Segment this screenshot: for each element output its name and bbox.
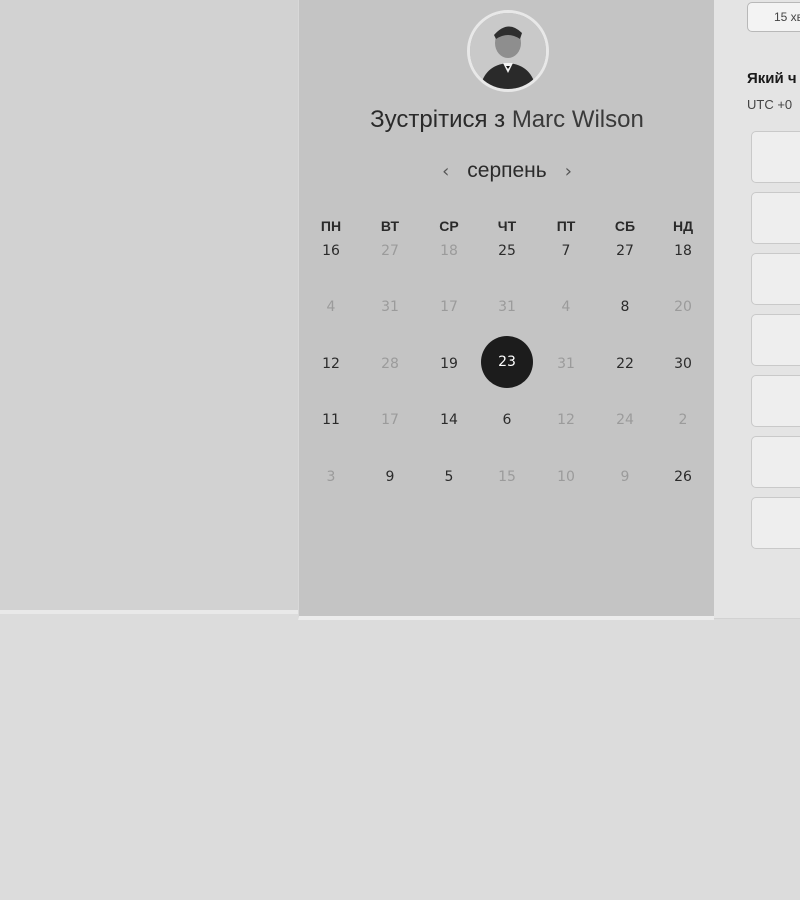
calendar-day-selected[interactable]: 23: [481, 336, 533, 388]
timezone-label[interactable]: UTC +0: [747, 97, 792, 112]
calendar-day: 31: [498, 299, 516, 315]
calendar-day: 31: [557, 356, 575, 372]
calendar-day-grid: 16 27 18 25 7 27 18 4 31 17 31 4 8 20 12 28 19 23 31 22 30 11…: [299, 0, 715, 520]
calendar-day[interactable]: 25: [487, 241, 527, 261]
calendar-day: 12: [557, 412, 575, 428]
time-slot-button[interactable]: [751, 253, 800, 305]
duration-option[interactable]: 15 хв: [747, 2, 800, 32]
calendar-day: 20: [674, 299, 692, 315]
calendar-day: 27: [381, 243, 399, 259]
calendar-day[interactable]: 7: [546, 241, 586, 261]
calendar-day: 28: [381, 356, 399, 372]
calendar-day: 9: [620, 469, 630, 485]
time-slot-button[interactable]: [751, 314, 800, 366]
time-slot-button[interactable]: [751, 131, 800, 183]
calendar-day[interactable]: 19: [429, 354, 469, 374]
calendar-panel: Зустрітися з Marc Wilson ‹ серпень › ПН В…: [298, 0, 714, 620]
calendar-day[interactable]: 16: [311, 241, 351, 261]
calendar-day[interactable]: 8: [605, 297, 645, 317]
booking-panel: 15 хв Який ч UTC +0: [714, 0, 800, 619]
calendar-day[interactable]: 26: [663, 467, 703, 487]
calendar-day[interactable]: 22: [605, 354, 645, 374]
calendar-day[interactable]: 11: [311, 410, 351, 430]
calendar-day: 4: [561, 299, 571, 315]
time-slot-button[interactable]: [751, 436, 800, 488]
calendar-day: 4: [326, 299, 336, 315]
time-question-heading: Який ч: [747, 70, 797, 87]
calendar-day: 17: [440, 299, 458, 315]
calendar-day: 15: [498, 469, 516, 485]
calendar-day: 31: [381, 299, 399, 315]
calendar-day: 2: [678, 412, 688, 428]
calendar-day[interactable]: 27: [605, 241, 645, 261]
calendar-day[interactable]: 30: [663, 354, 703, 374]
calendar-day: 3: [326, 469, 336, 485]
time-slot-button[interactable]: [751, 192, 800, 244]
calendar-day: 24: [616, 412, 634, 428]
calendar-day[interactable]: 12: [311, 354, 351, 374]
calendar-day[interactable]: 9: [370, 467, 410, 487]
calendar-day[interactable]: 14: [429, 410, 469, 430]
calendar-day: 17: [381, 412, 399, 428]
time-slot-button[interactable]: [751, 375, 800, 427]
left-panel: [0, 0, 298, 614]
calendar-day[interactable]: 5: [429, 467, 469, 487]
calendar-day: 10: [557, 469, 575, 485]
calendar-day[interactable]: 6: [487, 410, 527, 430]
calendar-day[interactable]: 18: [663, 241, 703, 261]
time-slot-button[interactable]: [751, 497, 800, 549]
calendar-day: 18: [440, 243, 458, 259]
